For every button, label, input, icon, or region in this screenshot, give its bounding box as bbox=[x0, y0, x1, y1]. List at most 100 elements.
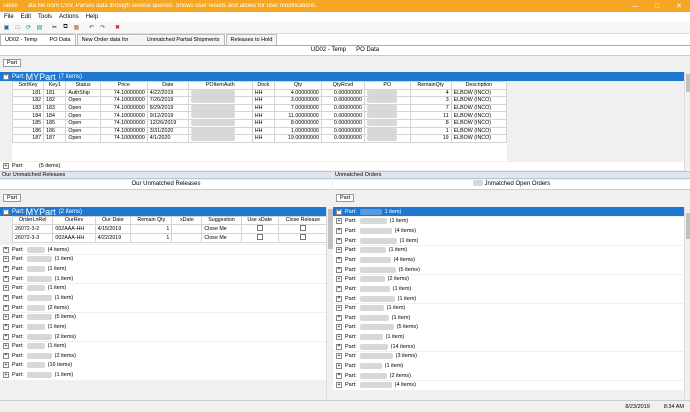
cell-key1[interactable]: 187 bbox=[43, 134, 67, 143]
col-date[interactable]: Date bbox=[146, 81, 189, 90]
col-key1[interactable]: Key1 bbox=[43, 81, 67, 90]
cell-sortkey[interactable]: 184 bbox=[11, 111, 45, 120]
cell-qty[interactable]: 19.00000000 bbox=[274, 134, 322, 143]
cell-rev[interactable]: 002AAA-HH bbox=[52, 232, 96, 243]
menu-edit[interactable]: Edit bbox=[21, 14, 31, 20]
col-sortkey[interactable]: SortKey bbox=[11, 81, 45, 90]
table-row[interactable]: 184 184 Open 74.10000000 9/12/2019 HH 11.00000… bbox=[11, 111, 508, 120]
group-row[interactable]: + Part: (1 item) bbox=[0, 341, 326, 351]
cell-description[interactable]: ELBOW (INCO) bbox=[450, 118, 508, 128]
expand-icon[interactable]: + bbox=[336, 334, 342, 341]
expand-icon[interactable]: + bbox=[3, 265, 9, 272]
minimize-button[interactable]: — bbox=[624, 0, 646, 12]
cell-status[interactable]: Open bbox=[65, 103, 101, 113]
cell-xdate[interactable] bbox=[171, 223, 203, 234]
cell-po[interactable] bbox=[363, 111, 411, 120]
table-row[interactable]: 185 185 Open 74.10000000 12/26/2019 HH 8.00000… bbox=[11, 118, 508, 128]
expand-icon[interactable]: + bbox=[3, 362, 9, 369]
cell-close-release[interactable] bbox=[277, 223, 329, 234]
table-row[interactable]: 187 187 Open 74.10000000 4/1/2020 HH 19.000000… bbox=[11, 134, 508, 143]
group-by-part-chip[interactable]: Part bbox=[3, 59, 22, 67]
right-vertical-scrollbar[interactable] bbox=[684, 207, 690, 400]
cell-poitemauth[interactable] bbox=[187, 134, 253, 143]
cell-po[interactable] bbox=[363, 126, 411, 136]
cell-suggestion[interactable]: Close Me bbox=[201, 223, 242, 234]
cell-date[interactable]: 7/26/2019 bbox=[146, 96, 189, 105]
cell-key1[interactable]: 185 bbox=[43, 118, 67, 128]
menu-tools[interactable]: Tools bbox=[38, 14, 52, 20]
expand-icon[interactable]: + bbox=[336, 353, 342, 360]
expand-icon[interactable]: + bbox=[3, 304, 9, 311]
cell-po[interactable] bbox=[363, 88, 411, 98]
cell-poitemauth[interactable] bbox=[187, 88, 253, 98]
cell-status[interactable]: Open bbox=[65, 134, 101, 143]
group-row[interactable]: + Part: (4 items) bbox=[0, 245, 326, 255]
group-row[interactable]: + Part: (5 items) bbox=[0, 312, 326, 322]
cell-poitemauth[interactable] bbox=[187, 103, 253, 113]
cell-price[interactable]: 74.10000000 bbox=[99, 88, 148, 98]
delete-icon[interactable]: ✖ bbox=[113, 23, 122, 32]
group-row[interactable]: + Part: (1 item) bbox=[0, 293, 326, 303]
cell-description[interactable]: ELBOW (INCO) bbox=[450, 126, 508, 136]
menu-help[interactable]: Help bbox=[86, 14, 98, 20]
group-row[interactable]: + Part: (1 item) bbox=[333, 235, 684, 246]
group-row[interactable]: + Part: (1 item) bbox=[0, 322, 326, 332]
cell-price[interactable]: 74.10000000 bbox=[99, 134, 148, 143]
group-row[interactable]: + Part: (2 items) bbox=[0, 302, 326, 313]
tab-releases-to-hold[interactable]: Releases to Hold bbox=[225, 34, 278, 45]
cell-price[interactable]: 74.10000000 bbox=[99, 103, 148, 113]
cell-use-xdate[interactable] bbox=[240, 223, 279, 234]
col-description[interactable]: Description bbox=[450, 81, 508, 90]
cell-dock[interactable]: HH bbox=[251, 111, 276, 120]
cell-remainqty[interactable]: 3 bbox=[409, 96, 452, 105]
group-by-part-chip[interactable]: Part bbox=[3, 194, 22, 202]
collapse-icon[interactable]: − bbox=[3, 208, 9, 215]
expand-icon[interactable]: + bbox=[3, 343, 9, 350]
group-row[interactable]: + Part: (1 item) bbox=[333, 216, 684, 227]
expand-icon[interactable]: + bbox=[336, 247, 342, 254]
cell-sortkey[interactable]: 185 bbox=[11, 118, 45, 128]
group-row[interactable]: + Part: (1 item) bbox=[0, 254, 326, 265]
cell-suggestion[interactable]: Close Me bbox=[201, 232, 242, 243]
col-price[interactable]: Price bbox=[99, 81, 148, 90]
expand-icon[interactable]: + bbox=[3, 323, 9, 330]
group-row[interactable]: + Part: (4 items) bbox=[333, 380, 684, 391]
cell-close-release[interactable] bbox=[277, 232, 329, 243]
cell-description[interactable]: ELBOW (INCO) bbox=[450, 96, 508, 105]
cell-status[interactable]: Open bbox=[65, 111, 101, 120]
expand-icon[interactable]: + bbox=[336, 305, 342, 312]
cell-qtyrcvd[interactable]: 0.00000000 bbox=[320, 118, 365, 128]
group-row[interactable]: + Part: (1 item) bbox=[333, 332, 684, 342]
cell-date[interactable]: 8/29/2019 bbox=[146, 103, 189, 113]
cell-qty[interactable]: 7.00000000 bbox=[274, 103, 322, 113]
cell-status[interactable]: Open bbox=[65, 118, 101, 128]
col-ourrev[interactable]: OurRev bbox=[52, 216, 96, 225]
expand-icon[interactable]: + bbox=[336, 276, 342, 283]
expand-icon[interactable]: + bbox=[336, 363, 342, 370]
undo-icon[interactable]: ↶ bbox=[87, 23, 96, 32]
cell-key1[interactable]: 181 bbox=[43, 88, 67, 98]
group-row[interactable]: + Part: (2 items) bbox=[0, 331, 326, 342]
cell-poitemauth[interactable] bbox=[187, 126, 253, 136]
cell-status[interactable]: Open bbox=[65, 126, 101, 136]
col-qty[interactable]: Qty bbox=[274, 81, 322, 90]
expand-icon[interactable]: + bbox=[336, 324, 342, 331]
expand-icon[interactable]: + bbox=[3, 275, 9, 282]
cell-qty[interactable]: 4.00000000 bbox=[274, 88, 322, 98]
group-row[interactable]: + Part: (1 item) bbox=[333, 245, 684, 255]
group-row[interactable]: + Part: (4 items) bbox=[333, 226, 684, 236]
col-remainqty[interactable]: RemainQty bbox=[409, 81, 452, 90]
cell-key1[interactable]: 182 bbox=[43, 96, 67, 105]
cell-po[interactable] bbox=[363, 103, 411, 113]
cell-description[interactable]: ELBOW (INCO) bbox=[450, 103, 508, 113]
cell-remainqty[interactable]: 11 bbox=[409, 111, 452, 120]
cell-description[interactable]: ELBOW (INCO) bbox=[450, 111, 508, 120]
top-group-row-myPart[interactable]: − Part: MYPart (7 items) bbox=[0, 72, 684, 82]
cell-po[interactable] bbox=[363, 118, 411, 128]
cell-qty[interactable]: 1 bbox=[130, 232, 173, 243]
cell-poitemauth[interactable] bbox=[187, 118, 253, 128]
cell-qtyrcvd[interactable]: 0.00000000 bbox=[320, 134, 365, 143]
group-row[interactable]: + Part: (5 items) bbox=[333, 322, 684, 333]
expand-icon[interactable]: + bbox=[3, 163, 9, 169]
group-row[interactable]: + Part: (1 item) bbox=[0, 283, 326, 293]
